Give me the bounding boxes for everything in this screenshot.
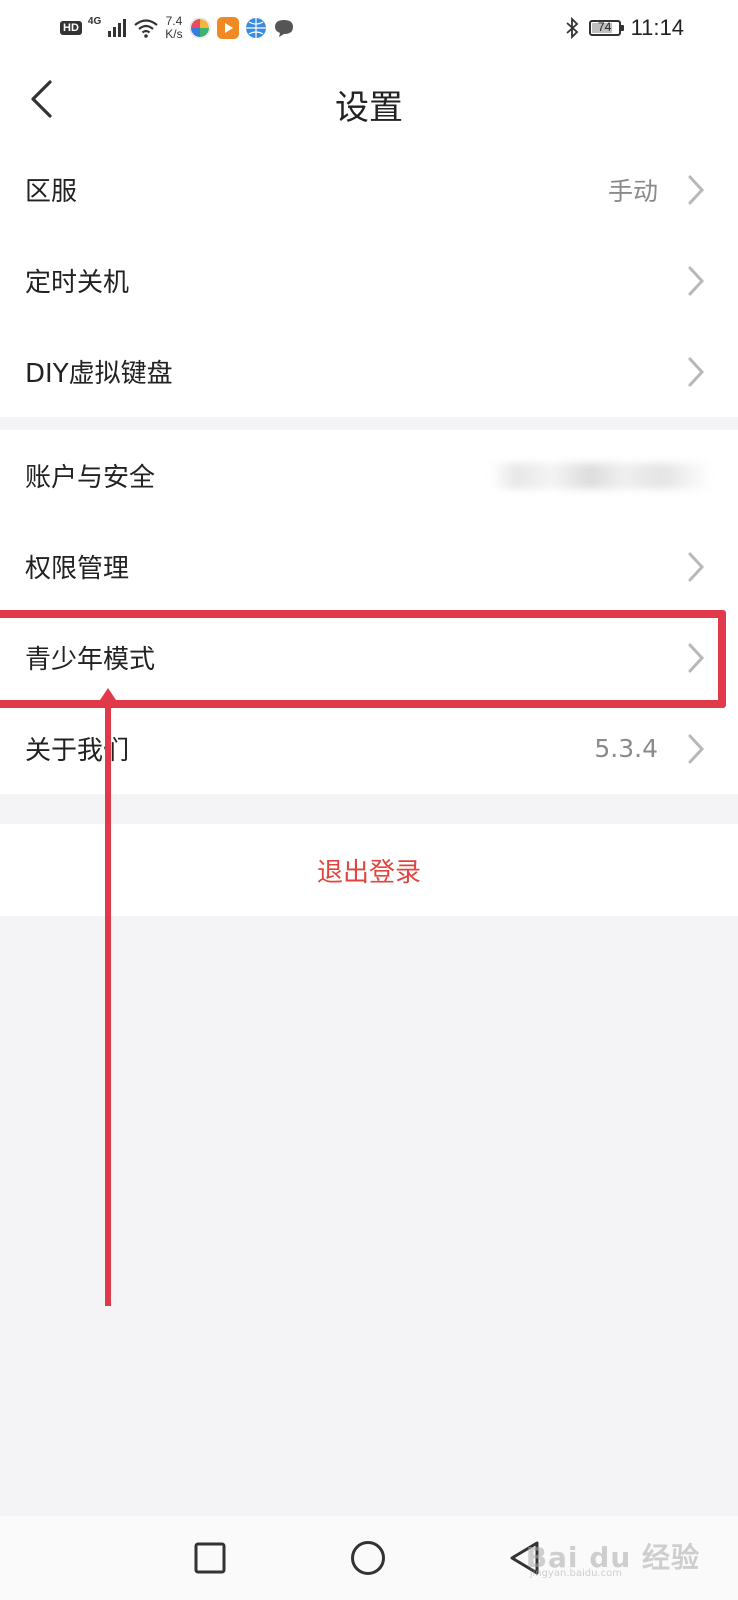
settings-group-1: 区服 手动 定时关机 DIY虚拟键盘 [0,144,738,417]
nav-bar: Bai du 经验 jingyan.baidu.com [0,1516,738,1600]
header: 设置 [0,56,738,144]
signal-icon [108,19,127,37]
recent-apps-icon [194,1542,226,1574]
chevron-right-icon [688,552,705,582]
network-speed: 7.4 K/s [165,15,182,41]
battery-cap [620,25,624,31]
row-value: 5.3.4 [594,734,658,763]
settings-row-permissions[interactable]: 权限管理 [0,521,738,612]
row-label: 账户与安全 [25,463,156,493]
baidu-watermark: Bai du 经验 jingyan.baidu.com [526,1536,700,1579]
app-video-icon [216,17,239,39]
settings-row-diy-keyboard[interactable]: DIY虚拟键盘 [0,326,738,417]
hd-badge: HD [60,21,82,35]
battery-icon: 74 [588,20,624,36]
app-pinwheel-icon [189,17,211,39]
message-icon [274,20,293,37]
row-label: 定时关机 [25,268,130,298]
battery-level: 74 [597,20,612,34]
watermark-sub: jingyan.baidu.com [529,1568,622,1579]
row-label: 权限管理 [25,554,130,584]
home-button[interactable] [348,1538,388,1578]
blurred-account-info [490,463,712,489]
status-left: HD 4G 7.4 K/s [60,12,295,44]
chevron-right-icon [688,266,705,296]
app-globe-icon [245,18,266,38]
bluetooth-icon [565,17,578,39]
page-title: 设置 [335,88,403,128]
status-bar: HD 4G 7.4 K/s 74 11:14 [0,0,738,56]
chevron-right-icon [688,357,705,387]
settings-row-region[interactable]: 区服 手动 [0,144,738,235]
chevron-right-icon [688,175,705,205]
home-icon [351,1541,385,1575]
clock: 11:14 [630,15,684,40]
row-value: 手动 [607,176,658,206]
recent-apps-button[interactable] [190,1538,230,1578]
speed-unit: K/s [165,27,183,41]
annotation-arrow [96,688,120,1306]
network-type: 4G [87,15,102,27]
settings-row-account-security[interactable]: 账户与安全 [0,430,738,521]
logout-label: 退出登录 [316,857,421,888]
status-right: 74 11:14 [565,12,684,44]
row-label: DIY虚拟键盘 [25,359,173,389]
chevron-right-icon [688,734,705,764]
settings-row-timed-shutdown[interactable]: 定时关机 [0,235,738,326]
row-label: 区服 [25,177,78,207]
wifi-icon [134,19,158,38]
